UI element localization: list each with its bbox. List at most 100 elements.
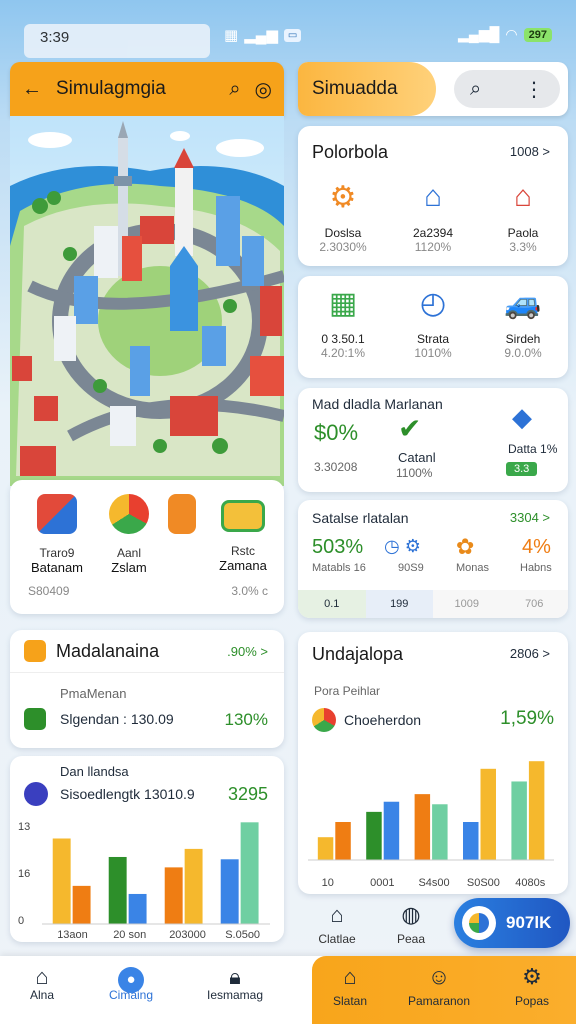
graduation-cap-icon: ◆ bbox=[512, 402, 532, 432]
chart-bar bbox=[335, 822, 351, 860]
nav-label: Cimaing bbox=[108, 988, 153, 1002]
cell-value: 1120% bbox=[414, 240, 452, 254]
cell-label: Strata bbox=[416, 332, 449, 346]
sales-card[interactable]: Satalse rlatalan 3304 > 503% Matabls 16 … bbox=[298, 500, 568, 618]
floating-action-button[interactable]: 907lK bbox=[454, 898, 570, 948]
cell-value: 3.3% bbox=[509, 240, 537, 254]
cell-label: Sirdeh bbox=[505, 332, 541, 346]
nav-item-alna[interactable]: ⌂ Alna bbox=[8, 956, 76, 1024]
status-time: 3:39 bbox=[24, 24, 210, 58]
nav-item-clatlae[interactable]: ⌂ Clatlae bbox=[298, 902, 376, 946]
check-icon: ✔ bbox=[398, 413, 422, 444]
target-icon[interactable]: ◎ bbox=[255, 77, 272, 102]
sales-value: 4% bbox=[522, 536, 551, 558]
sim-icon: ▦ bbox=[224, 27, 239, 44]
chart-bar bbox=[220, 859, 239, 924]
dan-row-value: 3295 bbox=[227, 784, 268, 804]
nav-label: Pamaranon bbox=[407, 994, 471, 1008]
stats-row: ▦ 0 3.50.1 4.20:1% ◴ Strata 1010% 🚙 Sird… bbox=[298, 286, 568, 360]
fab-label: 907lK bbox=[506, 913, 552, 932]
shortcut-sublabel: Batanam bbox=[30, 560, 84, 575]
madalanaina-card[interactable]: Madalanaina .90% > PmaMenan Slgendan : 1… bbox=[10, 630, 284, 748]
sales-label: Habns bbox=[520, 562, 552, 574]
x-tick-label: 4080s bbox=[515, 877, 545, 889]
search-icon[interactable]: ⌕ bbox=[470, 78, 481, 101]
lock-icon: 🔒︎ bbox=[229, 964, 241, 989]
home-icon: ⌂ bbox=[35, 964, 49, 989]
portfolio-cell[interactable]: ⌂ 2a2394 1120% bbox=[388, 180, 478, 254]
right-app-title: Simuadda bbox=[298, 62, 436, 116]
stats-cell[interactable]: ▦ 0 3.50.1 4.20:1% bbox=[298, 286, 388, 360]
nav-item-popas[interactable]: ⚙ Popas bbox=[502, 964, 562, 1008]
nav-item-cimaing[interactable]: ● Cimaing bbox=[96, 956, 166, 1024]
y-tick-label: 13 bbox=[18, 821, 30, 833]
chart-bar bbox=[463, 822, 479, 860]
shortcut-sublabel: Zamana bbox=[219, 558, 267, 573]
nav-label: Popas bbox=[514, 994, 550, 1008]
portfolio-cell[interactable]: ⌂ Paola 3.3% bbox=[478, 180, 568, 254]
grid-icon bbox=[24, 708, 46, 730]
cell-label: Doslsa bbox=[324, 226, 362, 240]
shortcut-footer-right: 3.0% c bbox=[231, 584, 268, 598]
stats-cell[interactable]: 🚙 Sirdeh 9.0.0% bbox=[478, 286, 568, 360]
divider bbox=[10, 672, 284, 673]
nav-item-slatan[interactable]: ⌂ Slatan bbox=[320, 964, 380, 1008]
left-app-title: Simulagmgia bbox=[56, 78, 166, 99]
dan-card[interactable]: Dan llandsa Sisoedlengtk 13010.9 3295 13… bbox=[10, 756, 284, 942]
shortcut-item-1[interactable]: Traro9 Batanam bbox=[22, 494, 92, 575]
wifi-icon: ◠ bbox=[505, 26, 518, 42]
house-icon: ⌂ bbox=[330, 902, 344, 927]
nav-label: Slatan bbox=[332, 994, 368, 1008]
nav-item-iesmamag[interactable]: 🔒︎ Iesmamag bbox=[190, 956, 280, 1024]
search-pill[interactable]: ⌕ ⋮ bbox=[454, 70, 560, 108]
stats-cell[interactable]: ◴ Strata 1010% bbox=[388, 286, 478, 360]
cell-label: Paola bbox=[507, 226, 539, 240]
search-icon[interactable]: ⌕ bbox=[229, 78, 240, 101]
portfolio-link[interactable]: 1008 > bbox=[510, 144, 550, 159]
shortcut-item-3[interactable] bbox=[152, 494, 212, 534]
sales-label: Matabls 16 bbox=[312, 562, 366, 574]
more-vertical-icon[interactable]: ⋮ bbox=[524, 77, 544, 102]
back-arrow-icon[interactable]: ← bbox=[22, 78, 42, 101]
chart-bar bbox=[432, 804, 448, 860]
nav-label: Alna bbox=[29, 988, 55, 1002]
nav-item-peaa[interactable]: ◍ Peaa bbox=[372, 902, 450, 946]
under-sub: Pora Peihlar bbox=[314, 684, 381, 698]
sales-footer-cell: 199 bbox=[365, 590, 433, 618]
x-tick-label: 20 son bbox=[113, 929, 146, 941]
refresh-icon bbox=[462, 906, 496, 940]
time-text: 3:39 bbox=[40, 29, 70, 46]
mad-link[interactable]: .90% > bbox=[227, 644, 268, 659]
stats-card[interactable]: ▦ 0 3.50.1 4.20:1% ◴ Strata 1010% 🚙 Sird… bbox=[298, 276, 568, 378]
sales-footer-cell: 0.1 bbox=[298, 590, 366, 618]
under-row-label: Choeherdon bbox=[344, 712, 422, 728]
undajalopa-card[interactable]: Undajalopa 2806 > Pora Peihlar Choeherdo… bbox=[298, 632, 568, 894]
dan-row-label: Sisoedlengtk 13010.9 bbox=[60, 786, 195, 802]
portfolio-cell[interactable]: ⚙ Doslsa 2.3030% bbox=[298, 180, 388, 254]
globe-icon: ◍ bbox=[401, 902, 421, 927]
sales-footer-cell: 1009 bbox=[433, 590, 501, 618]
under-link[interactable]: 2806 > bbox=[510, 646, 550, 661]
chart-bar bbox=[52, 838, 71, 924]
home-icon: ⌂ bbox=[343, 964, 357, 989]
nav-item-pamaranon[interactable]: ☺ Pamaranon bbox=[404, 964, 474, 1008]
gear-icon: ⚙ bbox=[329, 181, 357, 214]
cell-value: 2.3030% bbox=[319, 240, 367, 254]
shortcut-label: Traro9 bbox=[39, 546, 75, 560]
shortcut-label: Aanl bbox=[116, 546, 142, 560]
sales-link[interactable]: 3304 > bbox=[510, 510, 550, 525]
portfolio-card[interactable]: Polorbola 1008 > ⚙ Doslsa 2.3030% ⌂ 2a23… bbox=[298, 126, 568, 266]
shortcut-item-4[interactable]: Rstc Zamana bbox=[208, 494, 278, 573]
x-tick-label: 10 bbox=[322, 877, 334, 889]
board-icon: ▦ bbox=[328, 287, 358, 320]
mad-sub: PmaMenan bbox=[60, 686, 127, 701]
chart-bar bbox=[528, 761, 545, 860]
chart-bar bbox=[480, 768, 496, 860]
cell-value: 4.20:1% bbox=[320, 346, 366, 360]
portfolio-title: Polorbola bbox=[312, 142, 389, 162]
shortcut-card: Traro9 Batanam Aanl Zslam Rstc Zamana S8… bbox=[10, 480, 284, 614]
y-tick-label: 16 bbox=[18, 868, 30, 880]
market-mid-label: Catanl bbox=[398, 450, 436, 465]
market-card[interactable]: Mad dladla Marlanan $0% 3.30208 ✔ Catanl… bbox=[298, 388, 568, 492]
chart-bar bbox=[511, 781, 527, 860]
